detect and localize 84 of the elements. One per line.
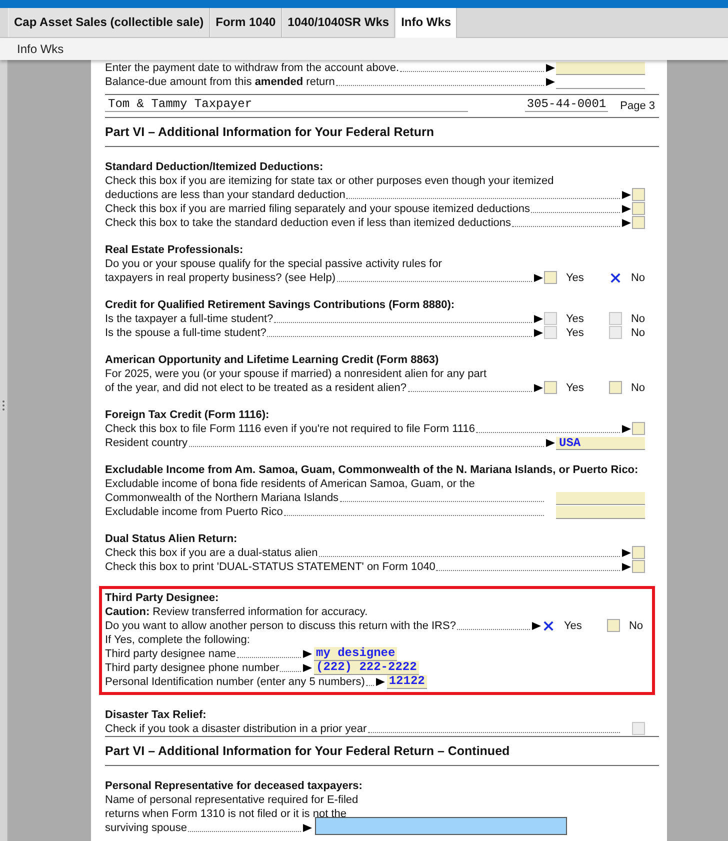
page-number: Page 3 [620,100,655,112]
form-text: Excludable income of bona fide residents of American Samoa, Guam, or the [105,477,475,491]
checkbox[interactable] [608,381,622,394]
part-heading: Part VI – Additional Information for Your Federal Return [105,124,435,141]
pointer-icon [534,384,543,392]
field-label: Resident country [105,436,188,450]
field-label: Third party designee phone number [105,661,280,675]
ssn: 305-44-0001 [524,97,608,112]
checkbox[interactable] [632,216,645,229]
input-field[interactable]: (222) 222-2222 [314,661,419,675]
checkbox[interactable] [544,271,557,284]
form-text: Caution: Review transferred information for accuracy. [105,605,368,619]
field-label: Is the taxpayer a full-time student? [105,312,274,326]
section-title: Standard Deduction/Itemized Deductions: [105,160,324,174]
field-label: Check this box to take the standard deduction even if less than itemized deductions [105,216,512,230]
checkbox[interactable] [632,560,645,573]
option-label: Yes [566,312,585,326]
checkbox[interactable] [542,619,555,632]
checkbox[interactable] [632,188,645,201]
option-label: Yes [566,271,585,285]
section-title: Foreign Tax Credit (Form 1116): [105,408,270,422]
option-label: No [630,312,645,326]
option-label: Yes [564,619,583,633]
field-label: Commonwealth of the Northern Mariana Islands [105,491,339,505]
pointer-icon [534,274,543,282]
input-field[interactable] [556,492,645,505]
input-field[interactable]: 12122 [386,675,427,689]
tab[interactable]: Info Wks [395,8,458,38]
input-field[interactable]: USA [556,437,645,450]
option-label: Yes [566,326,585,340]
tab[interactable]: Info Wks [8,42,73,56]
option-label: No [628,619,643,633]
form-text: returns when Form 1310 is not filed or it is not the [105,807,347,821]
section-title: Personal Representative for deceased taxpayers: [105,779,364,793]
form-text: Do you or your spouse qualify for the special passive activity rules for [105,257,442,271]
pointer-icon [532,622,541,630]
field-label: of the year, and did not elect to be treated as a resident alien? [105,381,406,395]
field-label: Check this box if you are a dual-status alien [105,546,318,560]
section-title: Disaster Tax Relief: [105,708,208,722]
checkbox[interactable] [606,619,620,632]
checkbox[interactable] [632,422,645,435]
section-title: Credit for Qualified Retirement Savings Contributions (Form 8880): [105,298,456,312]
field-label: deductions are less than your standard deduction [105,188,346,202]
input-field[interactable]: my designee [314,647,398,661]
pointer-icon [376,678,385,686]
field-label: surviving spouse [105,821,187,835]
option-label: No [630,381,645,395]
option-label: No [630,271,645,285]
input-field[interactable] [315,817,567,835]
section-title: Excludable Income from Am. Samoa, Guam, Commonwealth of the N. Mariana Islands, or Puerto Rico: [105,463,640,477]
field-label: Excludable income from Puerto Rico [105,505,283,519]
field-label: taxpayers in real property business? (see Help) [105,271,336,285]
taxpayer-name: Tom & Tammy Taxpayer [105,97,468,112]
field-label: Check if you took a disaster distribution in a prior year [105,722,367,736]
option-label: No [630,326,645,340]
checkbox[interactable] [632,546,645,559]
checkbox[interactable] [632,202,645,215]
tab[interactable]: Cap Asset Sales (collectible sale) [8,8,210,37]
field-label: Third party designee name [105,647,236,661]
grip-icon[interactable] [2,400,5,411]
field-label: Is the spouse a full-time student? [105,326,266,340]
field-label: Check this box to file Form 1116 even if you're not required to file Form 1116 [105,422,475,436]
field-label: Check this box if you are married filing separately and your spouse itemized deductions [105,202,530,216]
input-field[interactable] [556,62,645,75]
option-label: Yes [566,381,585,395]
form-text: Check this box if you are itemizing for state tax or other purposes even though your itemized [105,174,554,188]
section-title: Dual Status Alien Return: [105,532,238,546]
tab[interactable]: Form 1040 [210,8,282,37]
part-heading: Part VI – Additional Information for Your Federal Return – Continued [105,743,511,760]
checkbox[interactable] [544,381,557,394]
tab[interactable]: 1040/1040SR Wks [282,8,396,37]
field-label: Enter the payment date to withdraw from the account above. [105,61,400,75]
field-label: Balance-due amount from this amended return [105,75,335,89]
form-text: Name of personal representative required for E-filed [105,793,358,807]
section-title: American Opportunity and Lifetime Learning Credit (Form 8863) [105,353,440,367]
field-label: Do you want to allow another person to discuss this return with the IRS? [105,619,456,633]
form-text: If Yes, complete the following: [105,633,250,647]
form-text: For 2025, were you (or your spouse if married) a nonresident alien for any part [105,367,487,381]
section-title: Third Party Designee: [105,591,220,605]
section-title: Real Estate Professionals: [105,243,244,257]
input-field[interactable] [556,506,645,519]
pointer-icon [303,824,312,832]
field-label: Check this box to print 'DUAL-STATUS STATEMENT' on Form 1040 [105,560,436,574]
field-label: Personal Identification number (enter any 5 numbers) [105,675,365,689]
